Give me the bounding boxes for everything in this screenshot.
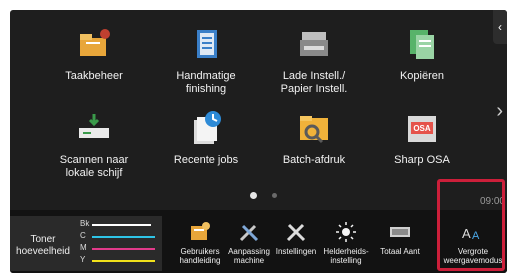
toner-level-bar [92,248,155,250]
tile-label: Gebruikers handleiding [179,247,221,265]
machine-adjust-icon [239,224,259,242]
settings-button[interactable]: Instellingen [272,220,320,256]
app-label: Sharp OSA [394,154,450,166]
app-label: Scannen naar lokale schijf [59,154,129,179]
toner-row-y: Y [80,255,160,267]
manual-icon [191,222,210,240]
toner-code: Bk [80,219,90,228]
total-count-button[interactable]: Totaal Aant [374,220,426,256]
sharp-osa-icon: OSA [408,116,436,142]
app-kopieren[interactable]: Kopiëren [378,24,466,83]
svg-text:OSA: OSA [413,124,431,133]
tile-label: Totaal Aant [380,247,420,256]
collapse-panel-icon[interactable]: ‹ [493,10,507,44]
tray-settings-icon [300,32,328,56]
app-recente-jobs[interactable]: Recente jobs [162,108,250,167]
home-screen: ‹ Taakbeheer Handmatige finishing Lade I… [10,10,507,273]
user-manual-button[interactable]: Gebruikers handleiding [172,220,228,265]
toner-label: Toner hoeveelheid [16,234,70,257]
recent-jobs-icon [194,111,221,144]
app-scannen-lokale-schijf[interactable]: Scannen naar lokale schijf [50,108,138,180]
app-handmatige-finishing[interactable]: Handmatige finishing [162,24,250,96]
page-indicator[interactable] [272,193,277,198]
brightness-icon [336,222,356,242]
tile-label: Helderheids- instelling [323,247,369,265]
page-indicator-active[interactable] [250,192,257,199]
app-label: Recente jobs [173,154,239,166]
toner-level-bar [92,236,155,238]
app-label: Taakbeheer [65,70,123,82]
copy-icon [410,30,434,59]
next-page-icon[interactable]: › [496,100,503,123]
toner-row-c: C [80,231,160,243]
settings-icon [286,223,306,242]
highlight-frame [437,179,505,271]
machine-adjust-button[interactable]: Aanpassing machine [228,220,270,265]
app-label: Kopiëren [399,70,445,82]
toner-row-m: M [80,243,160,255]
brightness-button[interactable]: Helderheids- instelling [320,220,372,265]
toner-level-bar [92,224,151,226]
toner-status[interactable]: Toner hoeveelheid Bk C M Y [10,216,162,271]
scan-to-local-drive-icon [79,114,109,138]
app-label: Handmatige finishing [176,70,236,95]
app-taakbeheer[interactable]: Taakbeheer [50,24,138,83]
total-count-icon [390,227,410,237]
job-status-icon [80,29,110,56]
app-lade-instellingen[interactable]: Lade Instell./ Papier Instell. [270,24,358,96]
tile-label: Instellingen [275,247,317,256]
batch-print-icon [300,116,328,144]
app-batch-afdruk[interactable]: Batch-afdruk [270,108,358,167]
toner-row-bk: Bk [80,219,160,231]
toner-code: C [80,231,86,240]
manual-finishing-icon [197,30,217,58]
toner-code: M [80,243,87,252]
app-sharp-osa[interactable]: OSA Sharp OSA [378,108,466,167]
tile-label: Aanpassing machine [228,247,270,265]
toner-code: Y [80,255,86,264]
toner-level-bar [92,260,155,262]
bottom-bar: Toner hoeveelheid Bk C M Y Gebruikers ha… [10,210,507,273]
app-label: Batch-afdruk [282,154,346,166]
app-label: Lade Instell./ Papier Instell. [280,70,348,95]
